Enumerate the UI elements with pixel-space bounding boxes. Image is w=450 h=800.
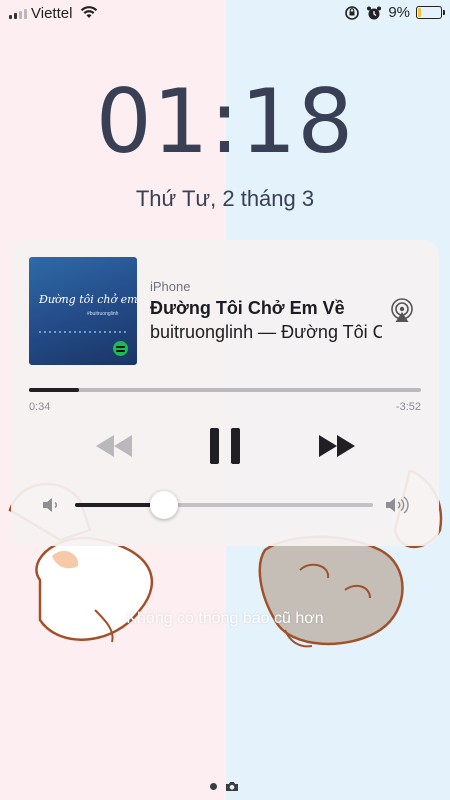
rewind-icon[interactable] (94, 433, 134, 459)
page-indicator (210, 781, 239, 792)
volume-low-icon (43, 498, 57, 512)
song-subtitle: buitruonglinh — Đường Tôi Chở Em Về (150, 322, 382, 342)
artwork-title: Đường tôi chở em về (39, 293, 137, 306)
battery-icon (416, 6, 445, 19)
fast-forward-icon[interactable] (317, 433, 357, 459)
playback-source: iPhone (150, 279, 191, 294)
volume-knob[interactable] (150, 491, 179, 519)
playback-progress (29, 388, 80, 392)
volume-high-icon (386, 496, 409, 514)
carrier-name: Viettel (31, 5, 73, 22)
song-title: Đường Tôi Chở Em Về (150, 298, 345, 318)
album-artwork[interactable]: Đường tôi chở em về #buitruonglinh (29, 257, 137, 365)
rotation-lock-icon (345, 5, 360, 20)
spotify-icon (113, 341, 128, 356)
pause-icon[interactable] (210, 428, 240, 464)
camera-icon[interactable] (225, 781, 239, 792)
cellular-signal-icon (9, 9, 27, 19)
airplay-icon[interactable] (390, 298, 414, 324)
no-older-notifications: Không có thông báo cũ hơn (126, 610, 324, 627)
lock-screen-time: 01:18 (95, 70, 355, 173)
wifi-icon (80, 6, 98, 18)
artwork-waveform (39, 331, 127, 333)
artwork-handle: #buitruonglinh (87, 311, 119, 317)
status-bar: Viettel 9% (0, 0, 450, 28)
remaining-time: -3:52 (395, 401, 421, 413)
volume-slider[interactable] (75, 491, 373, 519)
playback-scrubber[interactable] (29, 388, 421, 392)
lock-screen-date: Thứ Tư, 2 tháng 3 (135, 186, 315, 211)
elapsed-time: 0:34 (29, 401, 51, 413)
page-dot (210, 783, 217, 790)
now-playing-widget: Đường tôi chở em về #buitruonglinh iPhon… (11, 240, 439, 546)
alarm-icon (367, 6, 382, 19)
battery-percent: 9% (388, 4, 410, 21)
